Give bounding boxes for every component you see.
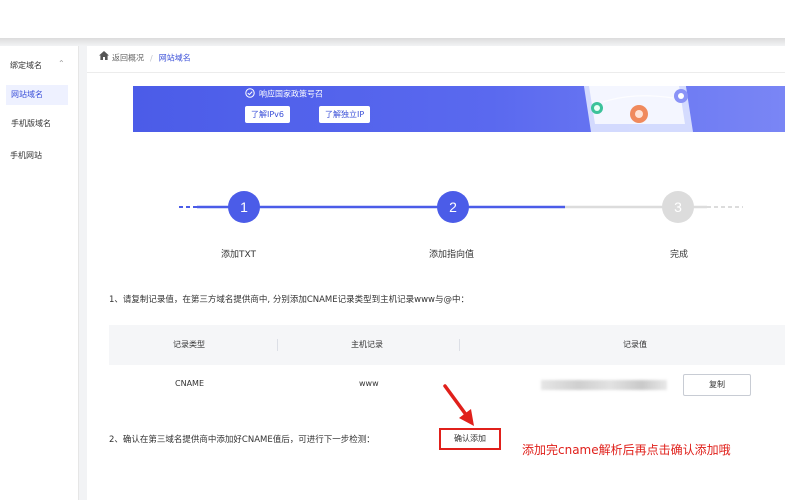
home-icon[interactable] <box>99 50 109 66</box>
banner-policy-text: 响应国家政策号召 <box>245 88 323 100</box>
copy-button[interactable]: 复制 <box>683 374 751 396</box>
sidebar: 绑定域名 ⌃ 网站域名 手机版域名 手机网站 <box>0 46 79 500</box>
content-gutter <box>79 46 87 500</box>
step-2-label: 添加指向值 <box>429 250 475 260</box>
banner-policy-label: 响应国家政策号召 <box>259 89 323 99</box>
confirm-add-button[interactable]: 确认添加 <box>439 428 501 450</box>
table-header-record-value: 记录值 <box>623 340 647 349</box>
column-divider <box>277 339 278 351</box>
instruction-step-1: 1、请复制记录值，在第三方域名提供商中, 分别添加CNAME记录类型到主机记录w… <box>109 295 469 305</box>
annotation-arrow-icon <box>443 384 474 426</box>
step-2-circle: 2 <box>437 191 469 223</box>
laptop-illustration-icon <box>583 86 693 132</box>
step-3-circle: 3 <box>662 191 694 223</box>
breadcrumb-current: 网站域名 <box>158 53 191 63</box>
main-content: 返回概况 / 网站域名 响应国家政策号召 了解IPv6 了解独立IP 1 2 3… <box>87 46 785 500</box>
step-1-number: 1 <box>240 199 248 215</box>
host-record-cell: www <box>359 379 379 388</box>
policy-banner: 响应国家政策号召 了解IPv6 了解独立IP <box>133 86 785 132</box>
breadcrumb-divider <box>87 72 785 73</box>
table-header-record-type: 记录类型 <box>173 340 205 349</box>
breadcrumb-separator: / <box>150 53 153 63</box>
table-header: 记录类型 主机记录 记录值 <box>109 325 785 365</box>
learn-ipv6-button[interactable]: 了解IPv6 <box>245 106 291 123</box>
record-value-redacted <box>541 380 667 390</box>
instruction-step-2: 2、确认在第三域名提供商中添加好CNAME值后，可进行下一步检测： <box>109 435 375 445</box>
sidebar-item-mobile-domain[interactable]: 手机版域名 <box>6 114 68 134</box>
step-2-number: 2 <box>449 199 457 215</box>
step-1-circle: 1 <box>228 191 260 223</box>
annotation-text: 添加完cname解析后再点击确认添加哦 <box>522 443 731 457</box>
breadcrumb-back-link[interactable]: 返回概况 <box>112 54 144 63</box>
step-3-label: 完成 <box>670 250 689 260</box>
sidebar-group-bind-domain[interactable]: 绑定域名 <box>10 60 42 71</box>
table-header-host: 主机记录 <box>351 340 383 349</box>
progress-stepper: 1 2 3 添加TXT 添加指向值 完成 <box>87 186 785 266</box>
learn-dedicated-ip-button[interactable]: 了解独立IP <box>319 106 371 123</box>
column-divider <box>459 339 460 351</box>
step-1-label: 添加TXT <box>221 250 257 260</box>
top-bar <box>0 0 785 38</box>
top-bar-divider <box>0 38 785 46</box>
chevron-up-icon[interactable]: ⌃ <box>58 59 65 68</box>
breadcrumb: 返回概况 / 网站域名 <box>99 50 191 66</box>
record-type-cell: CNAME <box>175 379 204 388</box>
sidebar-item-mobile-site[interactable]: 手机网站 <box>10 150 42 161</box>
check-circle-icon <box>245 88 255 100</box>
step-3-number: 3 <box>674 199 682 215</box>
sidebar-item-website-domain[interactable]: 网站域名 <box>6 85 68 105</box>
